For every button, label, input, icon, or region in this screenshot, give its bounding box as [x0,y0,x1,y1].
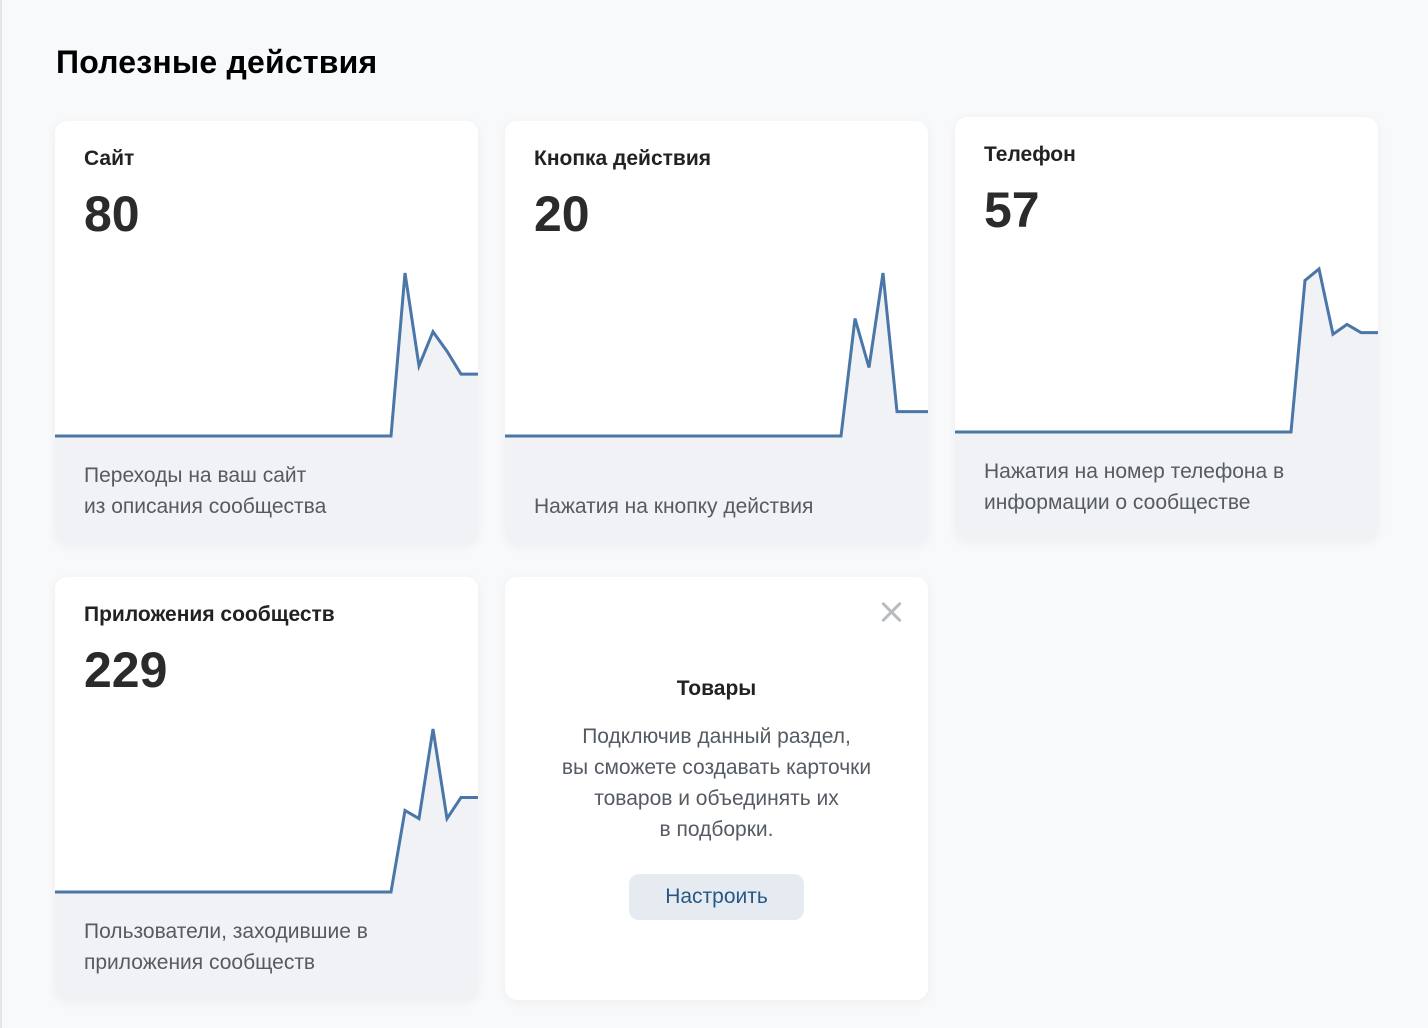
section-title: Полезные действия [56,44,378,80]
card-label: Сайт [84,147,135,170]
promo-card-products: Товары Подключив данный раздел, вы сможе… [505,577,928,1000]
setup-button[interactable]: Настроить [629,874,804,920]
page-left-border [0,0,2,1028]
card-description: Нажатия на номер телефона в информации о… [984,456,1358,518]
stat-card-phone[interactable]: Телефон 57 Нажатия на номер телефона в и… [955,117,1378,540]
promo-title: Товары [676,677,757,700]
card-description: Переходы на ваш сайт из описания сообщес… [84,460,458,522]
card-description-line: Нажатия на кнопку действия [534,495,814,518]
card-description-line: Пользователи, заходившие в [84,920,368,943]
card-description-line: из описания сообщества [84,495,327,518]
card-description: Пользователи, заходившие в приложения со… [84,916,458,978]
card-value: 229 [84,642,168,698]
stat-card-site[interactable]: Сайт 80 Переходы на ваш сайт из описания… [55,121,478,544]
promo-text-line: вы сможете создавать карточки [561,756,872,779]
card-value: 57 [984,182,1040,238]
card-value: 80 [84,186,140,242]
card-value: 20 [534,186,590,242]
stat-card-community-apps[interactable]: Приложения сообществ 229 Пользователи, з… [55,577,478,1000]
stat-card-action-button[interactable]: Кнопка действия 20 Нажатия на кнопку дей… [505,121,928,544]
card-description-line: информации о сообществе [984,491,1251,514]
card-description-line: приложения сообществ [84,951,316,974]
card-description-line: Переходы на ваш сайт [84,464,307,487]
card-description: Нажатия на кнопку действия [534,491,908,522]
promo-text-line: товаров и объединять их [594,787,839,810]
promo-text: Подключив данный раздел, вы сможете созд… [505,721,928,845]
promo-text-line: Подключив данный раздел, [582,725,851,748]
card-label: Приложения сообществ [84,603,335,626]
promo-text-line: в подборки. [659,818,774,841]
card-description-line: Нажатия на номер телефона в [984,460,1285,483]
close-icon[interactable] [878,599,904,625]
card-label: Телефон [984,143,1076,166]
card-label: Кнопка действия [534,147,711,170]
